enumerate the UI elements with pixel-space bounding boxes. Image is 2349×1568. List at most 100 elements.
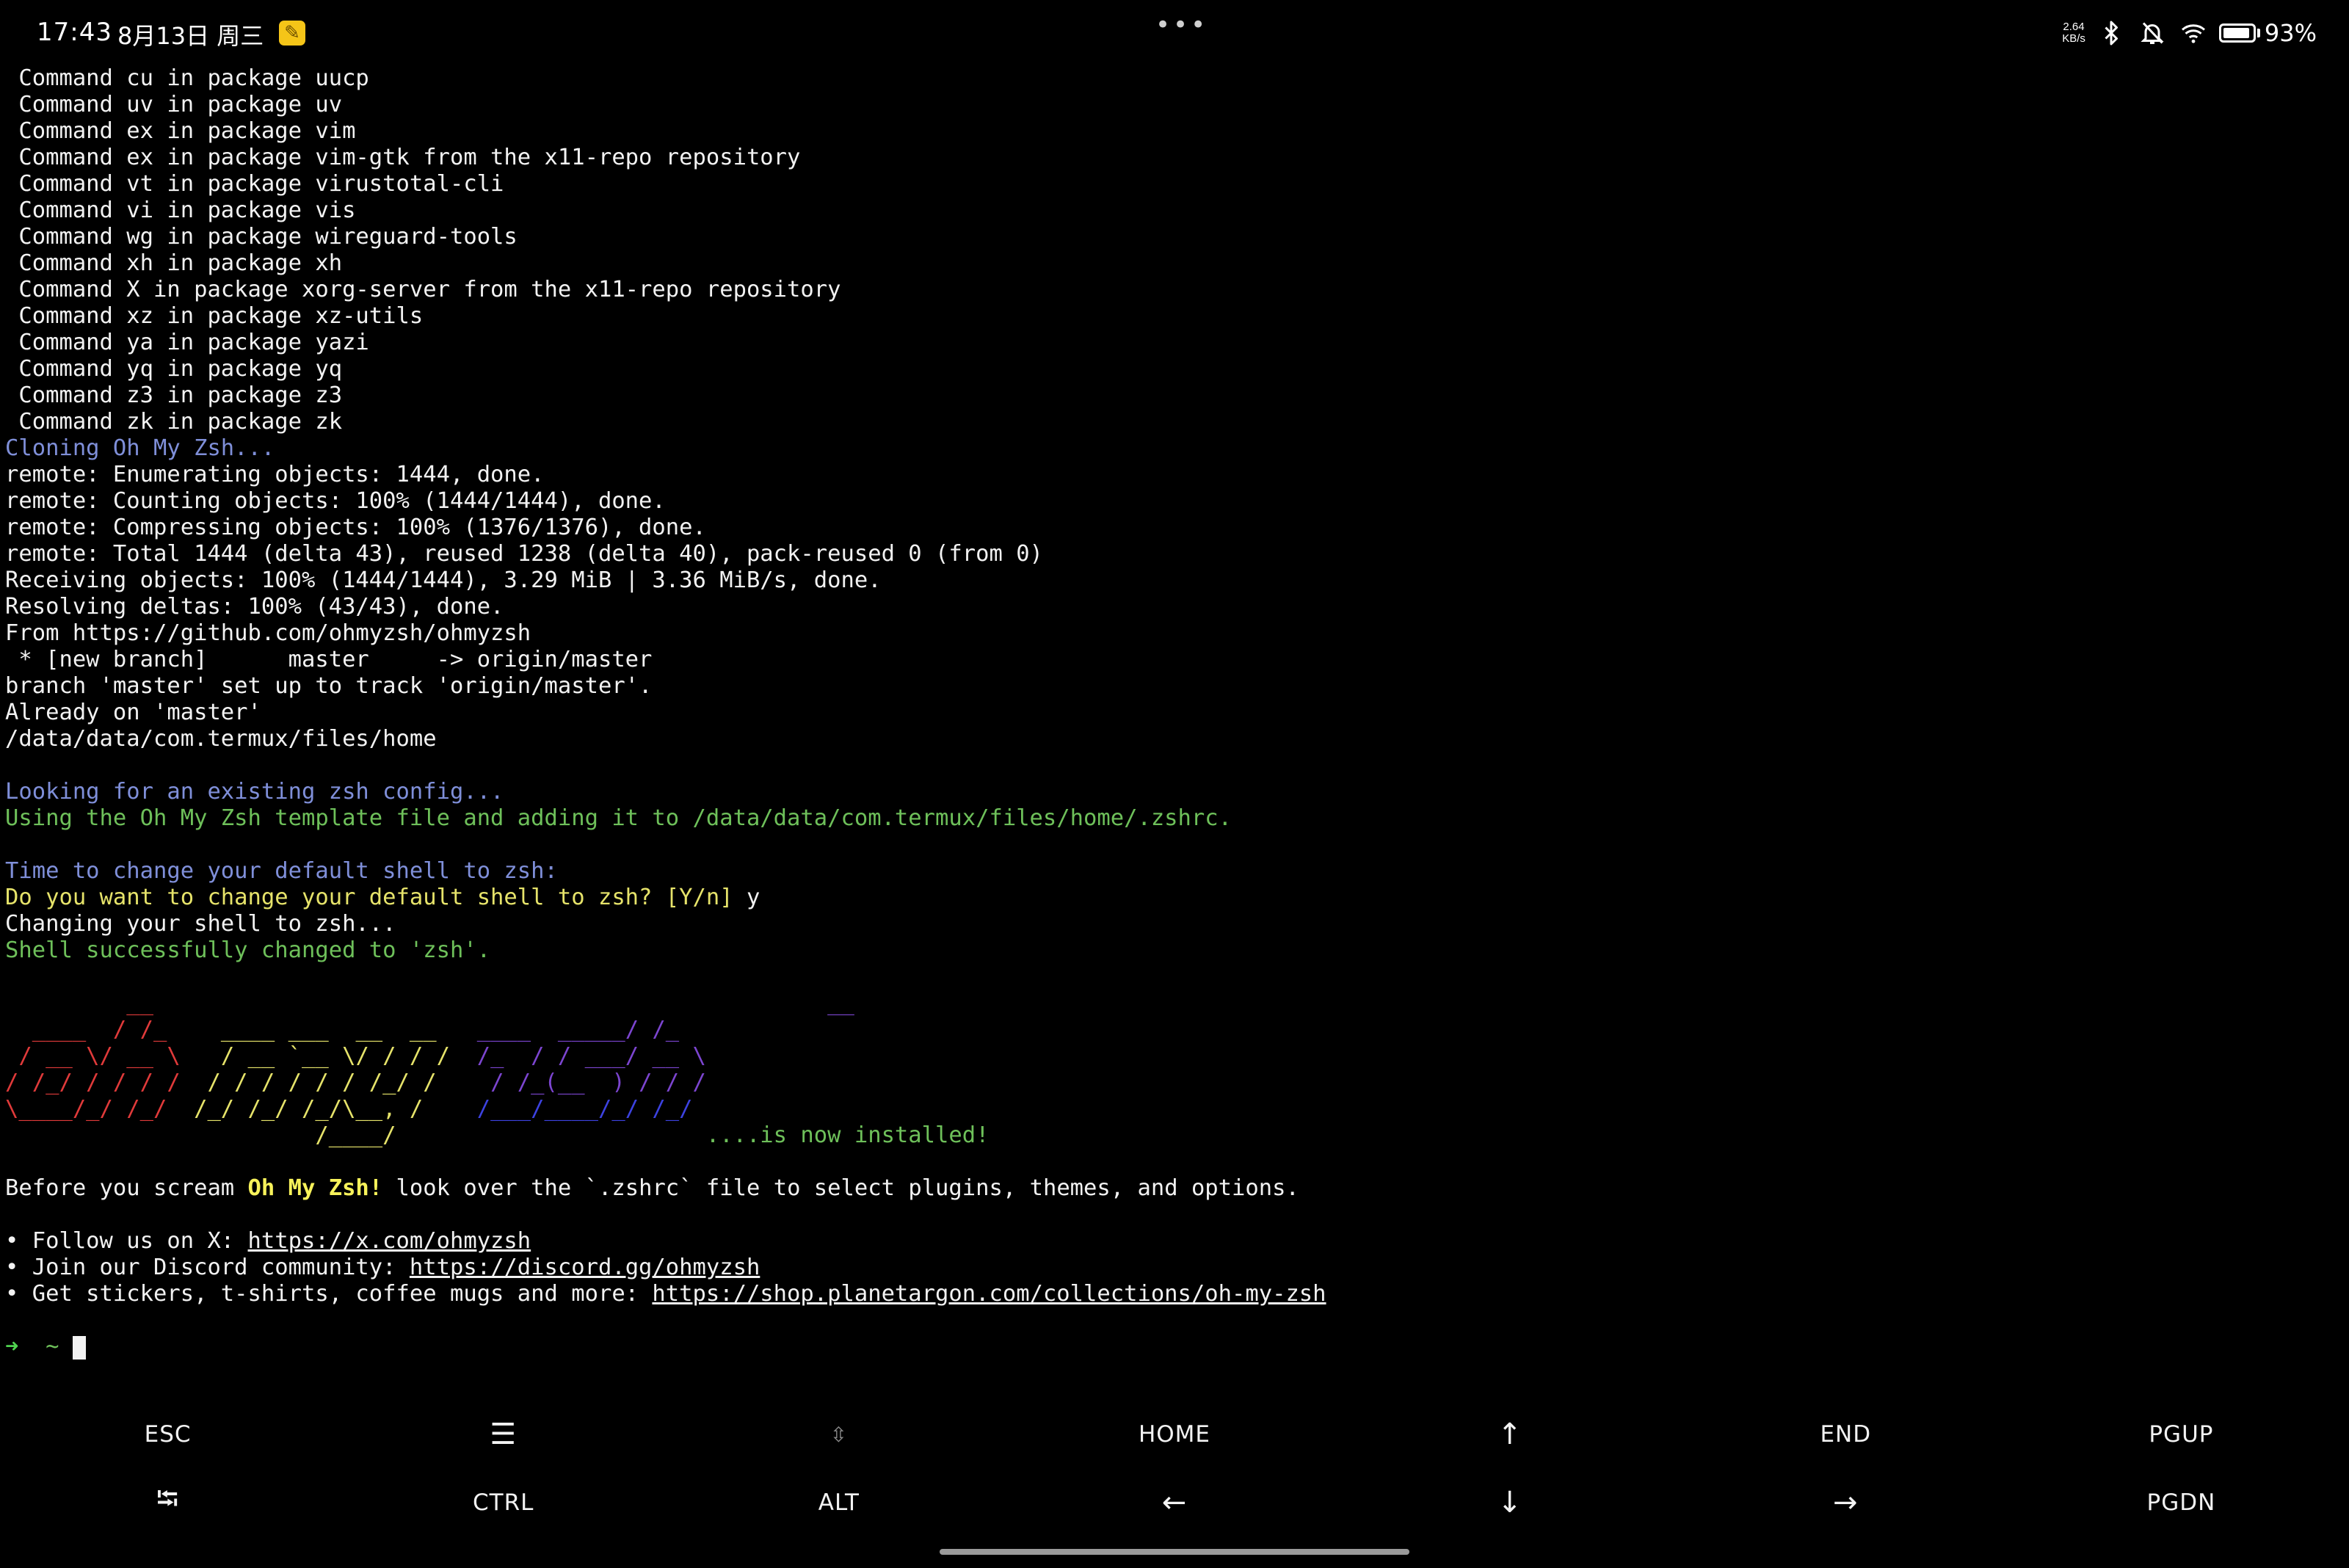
terminal-line: Cloning Oh My Zsh... — [5, 435, 2347, 462]
before-scream-suffix: look over the — [382, 1175, 585, 1201]
tab-key[interactable]: ⭾ — [0, 1469, 335, 1536]
terminal-line-text: remote: Compressing objects: 100% (1376/… — [5, 515, 706, 540]
left-arrow-key[interactable]: ← — [1006, 1469, 1342, 1536]
follow-x-label: • Follow us on X: — [5, 1228, 248, 1254]
ascii-art-segment: / __ \/ __ \ — [5, 1043, 208, 1069]
terminal-line-text: Time to change your default shell to zsh… — [5, 858, 558, 884]
pgup-key[interactable]: PGUP — [2014, 1401, 2349, 1468]
terminal-line-text: Receiving objects: 100% (1444/1444), 3.2… — [5, 567, 882, 593]
terminal-line: Time to change your default shell to zsh… — [5, 858, 2347, 885]
extra-keys-bar: ESC ☰ ⇳ HOME ↑ END PGUP ⭾ CTRL ALT ← ↓ → PGDN — [0, 1401, 2349, 1540]
ascii-art-segment: ____ _____/ /_ — [463, 1017, 693, 1042]
up-arrow-key[interactable]: ↑ — [1343, 1401, 1678, 1468]
terminal-line-text: branch 'master' set up to track 'origin/… — [5, 673, 653, 699]
shop-link[interactable]: https://shop.planetargon.com/collections… — [652, 1281, 1326, 1307]
terminal-line: Command xz in package xz-utils — [5, 303, 2347, 330]
esc-key[interactable]: ESC — [0, 1401, 335, 1468]
terminal-line: Command vt in package virustotal-cli — [5, 171, 2347, 197]
terminal-line: Using the Oh My Zsh template file and ad… — [5, 805, 2347, 832]
terminal-line-text: Do you want to change your default shell… — [5, 885, 733, 910]
ohmyzsh-highlight: Oh My Zsh! — [247, 1175, 383, 1201]
terminal-line: Changing your shell to zsh... — [5, 911, 2347, 937]
installed-message: ....is now installed! — [436, 1122, 990, 1148]
battery-fill — [2223, 28, 2250, 38]
zshrc-file: `.zshrc` — [584, 1175, 693, 1201]
ascii-art-segment: __ — [5, 990, 221, 1016]
ascii-art-segment: /_/ /_/ /_/\__, / — [194, 1096, 464, 1122]
terminal-line-text: Shell successfully changed to 'zsh'. — [5, 937, 491, 963]
terminal-line-text: Command X in package xorg-server from th… — [5, 277, 841, 302]
battery-icon: 93% — [2218, 19, 2317, 47]
ascii-art-segment: /___/____/_/ /_/ — [463, 1096, 693, 1122]
terminal-line: From https://github.com/ohmyzsh/ohmyzsh — [5, 620, 2347, 647]
drawer-key[interactable]: ☰ — [335, 1401, 671, 1468]
ascii-art-segment: / / / / / / /_/ / — [207, 1070, 477, 1095]
discord-line: • Join our Discord community: https://di… — [5, 1255, 2347, 1281]
terminal-line: remote: Counting objects: 100% (1444/144… — [5, 488, 2347, 515]
terminal-line: * [new branch] master -> origin/master — [5, 647, 2347, 673]
shop-line: • Get stickers, t-shirts, coffee mugs an… — [5, 1281, 2347, 1307]
terminal-line-text: Already on 'master' — [5, 700, 261, 725]
terminal-line: Command xh in package xh — [5, 250, 2347, 277]
terminal-user-input: y — [733, 885, 760, 910]
terminal-line-text: Command xz in package xz-utils — [5, 303, 424, 329]
prompt-dir: ~ — [46, 1334, 59, 1360]
terminal-line-text: Command vt in package virustotal-cli — [5, 171, 504, 197]
ascii-art-line: \____/_/ /_/ /_/ /_/ /_/\__, / /___/____… — [5, 1096, 2347, 1122]
terminal-line-text: Command xh in package xh — [5, 250, 343, 276]
ascii-art-segment: /_ / / ___/ __ \ — [463, 1043, 706, 1069]
terminal-line-text: Command uv in package uv — [5, 92, 343, 117]
discord-link[interactable]: https://discord.gg/ohmyzsh — [410, 1255, 760, 1280]
terminal-line-text: Cloning Oh My Zsh... — [5, 435, 275, 461]
ctrl-key[interactable]: CTRL — [335, 1469, 671, 1536]
ascii-art-line: / /_/ / / / / / / / / / / /_/ / / /_(__ … — [5, 1070, 2347, 1096]
scroll-key[interactable]: ⇳ — [671, 1401, 1006, 1468]
terminal-output[interactable]: Command cu in package uucp Command uv in… — [5, 65, 2347, 1387]
down-arrow-key[interactable]: ↓ — [1343, 1469, 1678, 1536]
ascii-art-segment — [221, 990, 666, 1016]
gesture-home-bar[interactable] — [940, 1549, 1409, 1555]
status-icons: 2.64 KB/s 93% — [2062, 19, 2317, 47]
ascii-art-segment: /____/ — [5, 1122, 437, 1148]
terminal-line: Command cu in package uucp — [5, 65, 2347, 92]
terminal-line: Command X in package xorg-server from th… — [5, 277, 2347, 303]
pgdn-key[interactable]: PGDN — [2014, 1469, 2349, 1536]
ascii-art-line: ____ / /_ ____ ___ __ __ ____ _____/ /_ — [5, 1017, 2347, 1043]
ascii-art-segment: __ — [665, 990, 882, 1016]
alt-key[interactable]: ALT — [671, 1469, 1006, 1536]
ascii-art-segment: / /_/ / / / / — [5, 1070, 208, 1095]
terminal-line-text: Command vi in package vis — [5, 197, 356, 223]
terminal-line: Receiving objects: 100% (1444/1444), 3.2… — [5, 567, 2347, 594]
x-link[interactable]: https://x.com/ohmyzsh — [248, 1228, 531, 1254]
mute-bell-icon — [2141, 22, 2164, 44]
terminal-line-text: Using the Oh My Zsh template file and ad… — [5, 805, 1232, 831]
terminal-line: Command z3 in package z3 — [5, 382, 2347, 409]
terminal-line-text: remote: Enumerating objects: 1444, done. — [5, 462, 545, 487]
terminal-line: remote: Compressing objects: 100% (1376/… — [5, 515, 2347, 541]
network-speed: 2.64 KB/s — [2062, 21, 2085, 45]
terminal-line-text: * [new branch] master -> origin/master — [5, 647, 653, 672]
shell-prompt[interactable]: ➜ ~ — [5, 1334, 2347, 1360]
terminal-line-text: Looking for an existing zsh config... — [5, 779, 504, 805]
end-key[interactable]: END — [1678, 1401, 2014, 1468]
right-arrow-key[interactable]: → — [1678, 1469, 2014, 1536]
terminal-line: Command yq in package yq — [5, 356, 2347, 382]
status-date: 8月13日 周三 — [117, 22, 264, 50]
ascii-art-segment: ____ ___ __ __ — [220, 1017, 464, 1042]
ohmyzsh-ascii-logo: __ __ ____ / /_ ____ ___ __ __ ____ ____… — [5, 990, 2347, 1149]
network-speed-value: 2.64 — [2063, 21, 2085, 33]
more-dots-icon[interactable]: ••• — [1155, 10, 1208, 40]
terminal-line-text: From https://github.com/ohmyzsh/ohmyzsh — [5, 620, 531, 646]
ascii-art-line: __ __ — [5, 990, 2347, 1017]
ascii-art-line: /____/ ....is now installed! — [5, 1122, 2347, 1149]
terminal-line-text: Command zk in package zk — [5, 409, 343, 435]
prompt-arrow-icon: ➜ — [5, 1334, 19, 1360]
note-icon[interactable]: ✎ — [279, 21, 305, 46]
before-scream-prefix: Before you scream — [5, 1175, 248, 1201]
home-key[interactable]: HOME — [1006, 1401, 1342, 1468]
terminal-line: Command zk in package zk — [5, 409, 2347, 435]
